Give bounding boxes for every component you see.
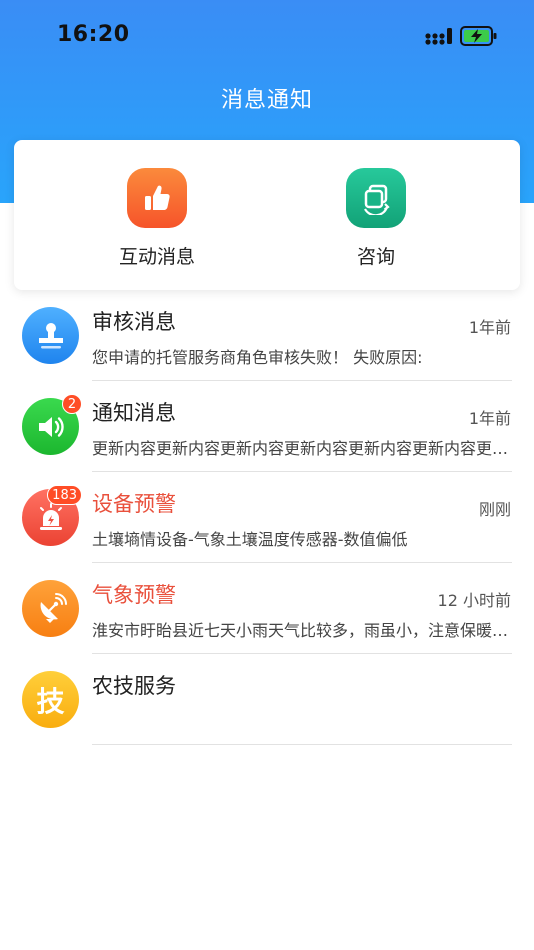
signal-icon bbox=[425, 28, 452, 45]
speaker-icon: 2 bbox=[22, 394, 82, 455]
message-preview: 更新内容更新内容更新内容更新内容更新内容更新内容更新内容 bbox=[92, 439, 512, 458]
quick-actions-card: 互动消息 咨询 bbox=[14, 140, 520, 290]
message-title: 设备预警 bbox=[92, 492, 176, 516]
message-preview: 您申请的托管服务商角色审核失败！ 失败原因: bbox=[92, 348, 423, 367]
tech-icon-glyph: 技 bbox=[36, 684, 65, 718]
consult-button[interactable]: 咨询 bbox=[306, 168, 446, 269]
message-list: 审核消息 1年前 您申请的托管服务商角色审核失败！ 失败原因: 2 通知消息 1… bbox=[0, 290, 534, 745]
message-item-review[interactable]: 审核消息 1年前 您申请的托管服务商角色审核失败！ 失败原因: bbox=[0, 290, 534, 381]
interactive-messages-label: 互动消息 bbox=[118, 246, 195, 268]
stamp-icon bbox=[22, 307, 79, 364]
satellite-dish-icon bbox=[22, 580, 79, 637]
battery-charging-icon bbox=[460, 26, 497, 46]
message-title: 审核消息 bbox=[92, 310, 176, 334]
tech-icon: 技 bbox=[22, 671, 79, 728]
page-title: 消息通知 bbox=[220, 88, 313, 113]
alarm-icon: 183 bbox=[22, 485, 82, 546]
unread-count-badge: 183 bbox=[47, 485, 82, 505]
message-time: 1年前 bbox=[468, 409, 511, 428]
consult-icon bbox=[346, 168, 406, 228]
message-preview: 土壤墒情设备-气象土壤温度传感器-数值偏低 bbox=[92, 530, 408, 549]
divider bbox=[92, 744, 512, 745]
status-time: 16:20 bbox=[57, 22, 130, 47]
message-title: 农技服务 bbox=[92, 674, 176, 698]
message-time: 1年前 bbox=[468, 318, 511, 337]
message-preview: 淮安市盱眙县近七天小雨天气比较多，雨虽小，注意保暖防寒 bbox=[92, 621, 512, 640]
interactive-messages-button[interactable]: 互动消息 bbox=[87, 168, 227, 269]
thumbs-up-icon bbox=[127, 168, 187, 228]
message-item-device-alert[interactable]: 183 设备预警 刚刚 土壤墒情设备-气象土壤温度传感器-数值偏低 bbox=[0, 472, 534, 563]
message-item-notice[interactable]: 2 通知消息 1年前 更新内容更新内容更新内容更新内容更新内容更新内容更新内容 bbox=[0, 381, 534, 472]
unread-count-badge: 2 bbox=[62, 394, 82, 414]
message-time: 12 小时前 bbox=[437, 591, 511, 610]
message-time: 刚刚 bbox=[478, 500, 511, 519]
status-bar: 16:20 bbox=[0, 0, 534, 70]
message-title: 气象预警 bbox=[92, 583, 176, 607]
message-title: 通知消息 bbox=[92, 401, 176, 425]
consult-label: 咨询 bbox=[356, 246, 395, 268]
message-item-agri-tech[interactable]: 技 农技服务 bbox=[0, 654, 534, 745]
message-item-weather-alert[interactable]: 气象预警 12 小时前 淮安市盱眙县近七天小雨天气比较多，雨虽小，注意保暖防寒 bbox=[0, 563, 534, 654]
